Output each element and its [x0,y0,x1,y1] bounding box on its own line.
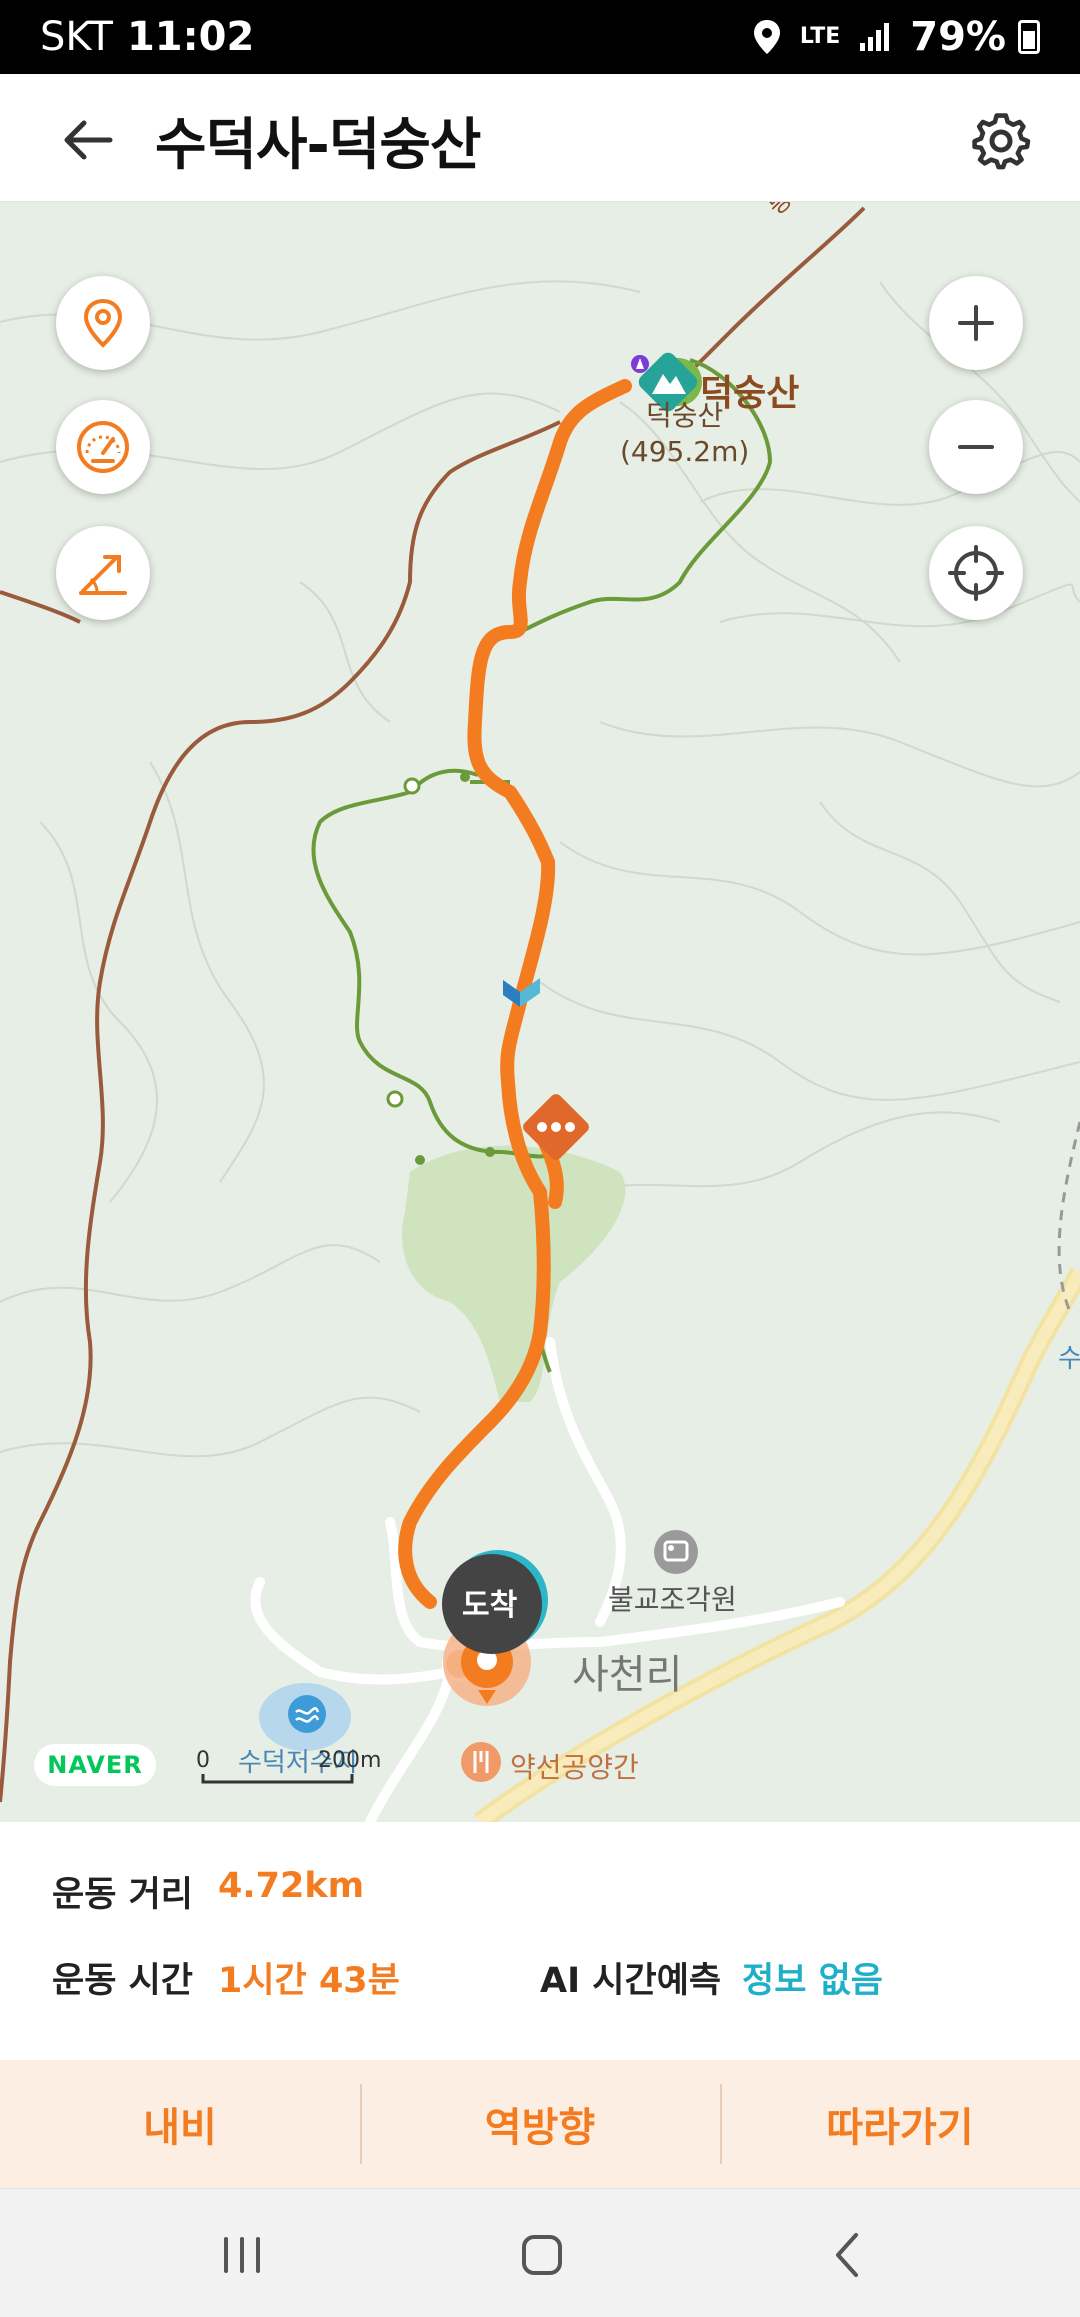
edge-place-label: 수 [1058,1344,1080,1374]
activity-stats-panel: 운동 거리 4.72km 운동 시간 1시간 43분 AI 시간예측 정보 없음 [0,1822,1080,2060]
elevation-slope-icon [79,555,127,595]
naver-logo: NAVER [34,1744,156,1786]
recenter-button[interactable] [929,526,1023,620]
my-location-button[interactable] [56,276,150,370]
recent-apps-icon[interactable] [212,2225,272,2285]
poi-label-sculpture: 불교조각원 [608,1583,737,1616]
reverse-button[interactable]: 역방향 [360,2060,720,2188]
status-icons: LTE 79% [752,14,1040,60]
speed-button[interactable] [56,400,150,494]
water-icon [288,1695,326,1733]
signal-icon [860,23,890,51]
crosshair-icon [948,545,1004,601]
scale-distance: 200m [318,1748,382,1773]
status-bar: SKT 11:02 LTE 79% [0,0,1080,74]
arrival-marker-label: 도착 [462,1588,518,1623]
battery-percent: 79% [910,14,1006,60]
poi-label-village: 사천리 [572,1652,683,1698]
distance-value: 4.72km [218,1866,365,1906]
minus-icon [958,445,994,449]
ai-prediction-value: 정보 없음 [742,1961,883,2001]
system-nav-bar [0,2188,1080,2317]
poi-label-restaurant: 약선공양간 [510,1751,639,1784]
map-pin-icon [83,298,123,348]
home-icon[interactable] [512,2225,572,2285]
gear-icon[interactable] [970,110,1032,172]
follow-button[interactable]: 따라가기 [720,2060,1080,2188]
peak-name-small-label: 덕숭산 [646,399,724,432]
speedometer-icon [77,421,129,473]
time-value: 1시간 43분 [218,1961,400,2001]
network-type: LTE [799,24,841,49]
peak-elevation-value: (495.2m) [620,435,750,468]
ai-prediction-label: AI 시간예측 [540,1961,722,2001]
time-label: 운동 시간 [52,1961,193,2001]
carrier-label: SKT [40,14,113,60]
action-bar: 내비 역방향 따라가기 [0,2060,1080,2188]
zoom-out-button[interactable] [929,400,1023,494]
plus-icon [958,305,994,341]
back-arrow-icon[interactable] [58,110,118,170]
battery-icon [1018,20,1040,54]
page-title: 수덕사-덕숭산 [155,113,481,178]
distance-label: 운동 거리 [52,1875,193,1915]
navi-button[interactable]: 내비 [0,2060,360,2188]
gallery-icon [654,1530,698,1574]
back-nav-icon[interactable] [818,2225,878,2285]
trail-map[interactable]: 덕숭산 덕숭산 (495.2m) 불교조각원 사천리 약선공양간 수덕저수지 등… [0,202,1080,1822]
map-canvas [0,202,1080,1822]
zoom-in-button[interactable] [929,276,1023,370]
app-header: 수덕사-덕숭산 [0,74,1080,202]
restaurant-icon [461,1742,501,1782]
scale-zero: 0 [196,1748,210,1773]
location-icon [753,20,780,54]
elevation-button[interactable] [56,526,150,620]
peak-elevation-label: 덕숭산 (495.2m) [620,398,749,470]
clock: 11:02 [126,14,255,60]
